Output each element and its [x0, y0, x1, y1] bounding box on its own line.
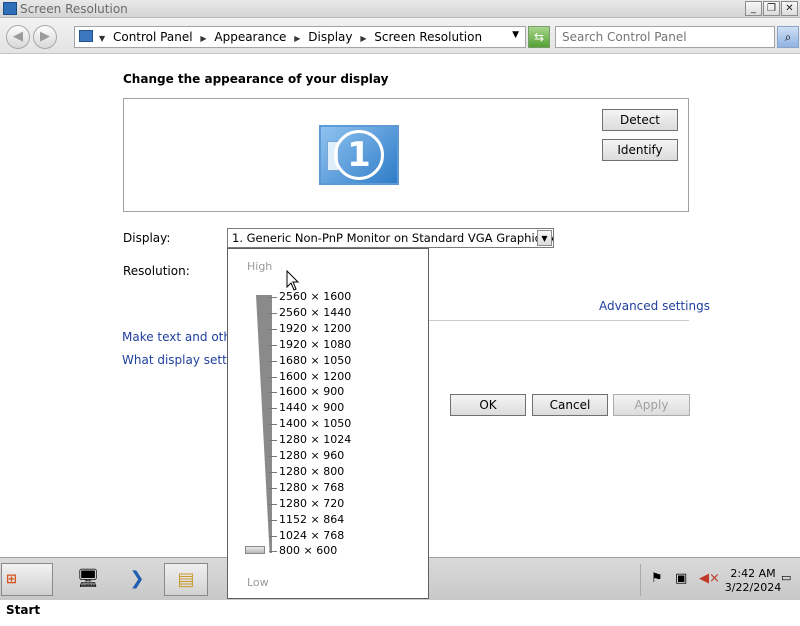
- resolution-option[interactable]: 1440 × 900: [279, 401, 344, 414]
- search-icon[interactable]: ⌕: [777, 26, 799, 48]
- windows-logo-icon: ⊞: [6, 572, 17, 587]
- chevron-right-icon[interactable]: ▶: [200, 34, 206, 43]
- resolution-label: Resolution:: [123, 264, 190, 278]
- slider-tick: [269, 329, 277, 330]
- resolution-option[interactable]: 1280 × 800: [279, 465, 344, 478]
- chevron-down-icon[interactable]: ▼: [512, 30, 519, 40]
- start-button[interactable]: ⊞ Start: [1, 563, 53, 617]
- slider-tick: [269, 392, 277, 393]
- address-toolbar: ◀ ▶ ▼ Control Panel ▶ Appearance ▶ Displ…: [0, 18, 800, 54]
- slider-tick: [269, 297, 277, 298]
- start-label: Start: [6, 603, 41, 617]
- resolution-option[interactable]: 1600 × 1200: [279, 370, 351, 383]
- slider-tick: [269, 408, 277, 409]
- monitor-number: 1: [334, 130, 384, 180]
- slider-tick: [269, 504, 277, 505]
- display-label: Display:: [123, 231, 171, 245]
- high-label: High: [247, 260, 273, 273]
- breadcrumb-appearance[interactable]: Appearance: [214, 30, 286, 44]
- chevron-right-icon[interactable]: ▼: [99, 34, 105, 43]
- display-app-icon: [3, 2, 17, 15]
- divider: [428, 320, 689, 321]
- back-button[interactable]: ◀: [6, 25, 30, 49]
- clock-time: 2:42 AM: [730, 567, 776, 580]
- resolution-option[interactable]: 1680 × 1050: [279, 354, 351, 367]
- low-label: Low: [247, 576, 269, 589]
- chevron-down-icon[interactable]: ▼: [537, 230, 552, 246]
- resolution-popup: High 2560 × 1600 2560 × 1440 1920 × 1200 19…: [227, 248, 429, 599]
- resolution-option[interactable]: 1280 × 1024: [279, 433, 351, 446]
- powershell-icon[interactable]: ❯: [115, 563, 159, 596]
- slider-tick: [269, 313, 277, 314]
- window-title: Screen Resolution: [20, 2, 128, 16]
- slider-tick: [269, 424, 277, 425]
- monitor-icon[interactable]: 1: [319, 125, 399, 185]
- resolution-option[interactable]: 1600 × 900: [279, 385, 344, 398]
- resolution-option[interactable]: 1280 × 720: [279, 497, 344, 510]
- ok-button[interactable]: OK: [450, 394, 526, 416]
- resolution-option[interactable]: 1280 × 960: [279, 449, 344, 462]
- minimize-button[interactable]: _: [745, 1, 762, 16]
- resolution-option[interactable]: 1400 × 1050: [279, 417, 351, 430]
- resolution-option[interactable]: 1920 × 1080: [279, 338, 351, 351]
- breadcrumb-control-panel[interactable]: Control Panel: [113, 30, 193, 44]
- apply-button[interactable]: Apply: [613, 394, 690, 416]
- mouse-cursor-icon: [286, 270, 300, 291]
- slider-tick: [269, 345, 277, 346]
- restore-button[interactable]: ❐: [763, 1, 780, 16]
- slider-tick: [269, 520, 277, 521]
- breadcrumb-screen-resolution[interactable]: Screen Resolution: [374, 30, 482, 44]
- resolution-option[interactable]: 2560 × 1440: [279, 306, 351, 319]
- resolution-option[interactable]: 1920 × 1200: [279, 322, 351, 335]
- system-tray: ⚑ ▣ ◀× 2:42 AM 3/22/2024 ▭: [640, 564, 798, 596]
- server-manager-icon[interactable]: 🖥: [66, 563, 110, 596]
- breadcrumb-display[interactable]: Display: [308, 30, 352, 44]
- volume-muted-icon[interactable]: ◀×: [699, 571, 720, 586]
- detect-button[interactable]: Detect: [602, 109, 678, 131]
- display-select-value: 1. Generic Non-PnP Monitor on Standard V…: [232, 231, 553, 245]
- action-center-flag-icon[interactable]: ⚑: [651, 571, 663, 586]
- clock-date: 3/22/2024: [724, 581, 782, 594]
- address-bar[interactable]: ▼ Control Panel ▶ Appearance ▶ Display ▶…: [74, 26, 526, 48]
- resolution-option[interactable]: 1280 × 768: [279, 481, 344, 494]
- resolution-slider-thumb[interactable]: [245, 546, 265, 554]
- slider-tick: [269, 440, 277, 441]
- forward-button[interactable]: ▶: [33, 25, 57, 49]
- slider-tick: [269, 472, 277, 473]
- display-select[interactable]: 1. Generic Non-PnP Monitor on Standard V…: [227, 228, 554, 248]
- slider-tick: [269, 361, 277, 362]
- title-bar: Screen Resolution _ ❐ ✕: [0, 0, 800, 18]
- search-input[interactable]: [555, 26, 775, 48]
- cancel-button[interactable]: Cancel: [532, 394, 608, 416]
- chevron-right-icon[interactable]: ▶: [360, 34, 366, 43]
- show-desktop-icon[interactable]: ▭: [781, 571, 791, 584]
- breadcrumb: ▼ Control Panel ▶ Appearance ▶ Display ▶…: [99, 30, 486, 44]
- identify-button[interactable]: Identify: [602, 139, 678, 161]
- explorer-icon[interactable]: ▤: [164, 563, 208, 596]
- slider-tick: [269, 456, 277, 457]
- resolution-option[interactable]: 1024 × 768: [279, 529, 344, 542]
- slider-tick: [269, 488, 277, 489]
- resolution-option[interactable]: 800 × 600: [279, 544, 337, 557]
- slider-tick: [269, 377, 277, 378]
- chevron-right-icon[interactable]: ▶: [294, 34, 300, 43]
- page-title: Change the appearance of your display: [123, 72, 389, 86]
- clock[interactable]: 2:42 AM 3/22/2024: [723, 567, 783, 595]
- slider-tick: [269, 536, 277, 537]
- refresh-button[interactable]: ⇆: [528, 26, 550, 48]
- network-icon[interactable]: ▣: [675, 571, 687, 586]
- close-button[interactable]: ✕: [781, 1, 798, 16]
- resolution-option[interactable]: 1152 × 864: [279, 513, 344, 526]
- advanced-settings-link[interactable]: Advanced settings: [599, 299, 710, 313]
- slider-tick: [269, 551, 277, 552]
- control-panel-icon: [79, 30, 93, 42]
